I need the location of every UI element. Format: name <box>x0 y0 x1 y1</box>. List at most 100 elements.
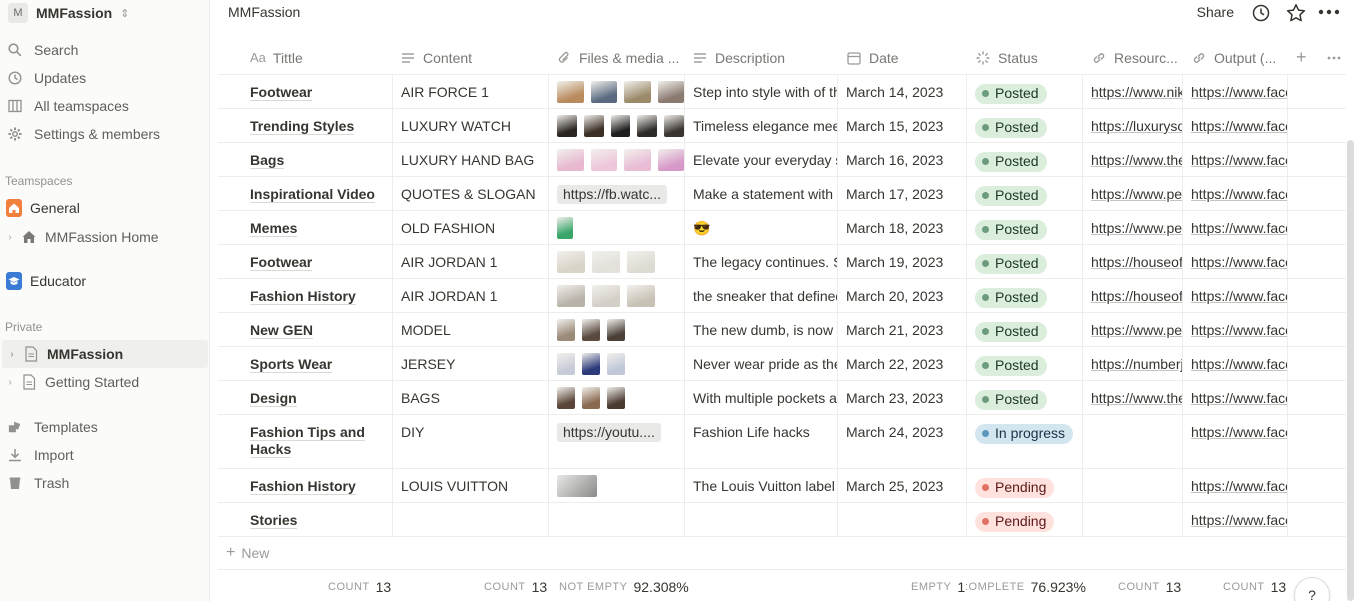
title-text[interactable]: Memes <box>250 220 298 237</box>
cell-content[interactable]: AIR JORDAN 1 <box>393 279 548 312</box>
cell-status[interactable]: Posted <box>967 75 1082 108</box>
status-badge[interactable]: Posted <box>975 151 1047 172</box>
cell-resource[interactable]: https://www.pexels.com <box>1083 211 1182 244</box>
calc-files-not-empty[interactable]: NOT EMPTY 92.308% <box>559 576 689 598</box>
workspace-switcher[interactable]: M MMFassion ⇕ <box>5 2 129 24</box>
image-thumbnail[interactable] <box>557 251 585 273</box>
cell-output[interactable]: https://www.facebook.com <box>1183 415 1287 468</box>
calc-resource-count[interactable]: COUNT 13 <box>1118 576 1181 598</box>
cell-desc[interactable]: The new dumb, is now the <box>685 313 837 346</box>
title-text[interactable]: Inspirational Video <box>250 186 375 203</box>
cell-date[interactable]: March 18, 2023 <box>838 211 966 244</box>
vertical-scrollbar[interactable] <box>1347 140 1354 601</box>
cell-content[interactable]: AIR FORCE 1 <box>393 75 548 108</box>
file-link-chip[interactable]: https://fb.watc... <box>557 185 668 204</box>
title-text[interactable]: Fashion History <box>250 288 356 305</box>
cell-resource[interactable]: https://luxurysource.com <box>1083 109 1182 142</box>
image-thumbnail[interactable] <box>557 387 575 409</box>
status-badge[interactable]: Posted <box>975 287 1047 308</box>
status-badge[interactable]: Posted <box>975 219 1047 240</box>
image-thumbnail[interactable] <box>627 285 655 307</box>
title-text[interactable]: Stories <box>250 512 298 529</box>
status-badge[interactable]: Posted <box>975 83 1047 104</box>
cell-title[interactable]: Footwear <box>242 75 392 108</box>
cell-resource[interactable] <box>1083 469 1182 502</box>
cell-content[interactable]: QUOTES & SLOGAN <box>393 177 548 210</box>
cell-resource[interactable]: https://houseofheat.co <box>1083 279 1182 312</box>
cell-desc[interactable] <box>685 503 837 536</box>
cell-files[interactable] <box>549 109 684 142</box>
table-row[interactable]: Footwear AIR FORCE 1 Step into style with … <box>218 75 1346 109</box>
image-thumbnail[interactable] <box>590 81 617 103</box>
image-thumbnail[interactable] <box>592 251 620 273</box>
sidebar-updates[interactable]: Updates <box>0 64 210 92</box>
cell-status[interactable]: Posted <box>967 143 1082 176</box>
cell-date[interactable]: March 14, 2023 <box>838 75 966 108</box>
table-row[interactable]: Fashion History LOUIS VUITTON The Louis Vu… <box>218 469 1346 503</box>
title-text[interactable]: Sports Wear <box>250 356 333 373</box>
title-text[interactable]: Footwear <box>250 84 313 101</box>
cell-desc[interactable]: 😎 <box>685 211 837 244</box>
image-thumbnail[interactable] <box>627 251 655 273</box>
cell-desc[interactable]: The Louis Vuitton label <box>685 469 837 502</box>
image-thumbnail[interactable] <box>557 115 577 137</box>
cell-files[interactable]: https://fb.watc... <box>549 177 684 210</box>
column-header-title[interactable]: Aa Tittle <box>250 40 392 75</box>
column-header-description[interactable]: Description <box>692 40 838 75</box>
calc-title-count[interactable]: COUNT 13 <box>328 576 391 598</box>
status-badge[interactable]: Posted <box>975 253 1047 274</box>
image-thumbnail[interactable] <box>607 319 625 341</box>
title-text[interactable]: Fashion Tips and Hacks <box>250 424 365 458</box>
status-badge[interactable]: Posted <box>975 355 1047 376</box>
sidebar-item-mmfassion[interactable]: › MMFassion <box>2 340 208 368</box>
cell-desc[interactable]: Make a statement with <box>685 177 837 210</box>
image-thumbnail[interactable] <box>607 353 625 375</box>
status-badge[interactable]: Posted <box>975 321 1047 342</box>
cell-content[interactable]: LOUIS VUITTON <box>393 469 548 502</box>
column-header-resource[interactable]: Resourc... <box>1091 40 1185 75</box>
column-header-status[interactable]: Status <box>975 40 1083 75</box>
cell-files[interactable] <box>549 381 684 414</box>
sidebar-item-educator[interactable]: Educator <box>0 267 210 295</box>
cell-title[interactable]: Memes <box>242 211 392 244</box>
table-row[interactable]: Memes OLD FASHION 😎 March 18, 2023 Posted htt… <box>218 211 1346 245</box>
sidebar-item-getting-started[interactable]: › Getting Started <box>0 368 210 396</box>
cell-title[interactable]: Bags <box>242 143 392 176</box>
cell-title[interactable]: Footwear <box>242 245 392 278</box>
history-icon[interactable] <box>1252 4 1270 22</box>
status-badge[interactable]: Pending <box>975 511 1055 532</box>
title-text[interactable]: New GEN <box>250 322 314 339</box>
image-thumbnail[interactable] <box>590 149 617 171</box>
cell-output[interactable]: https://www.facebook.com <box>1183 469 1287 502</box>
title-text[interactable]: Trending Styles <box>250 118 355 135</box>
title-text[interactable]: Design <box>250 390 297 407</box>
cell-resource[interactable]: https://www.thebag.com <box>1083 143 1182 176</box>
cell-title[interactable]: Fashion Tips and Hacks <box>242 415 392 468</box>
image-thumbnail[interactable] <box>557 285 585 307</box>
cell-resource[interactable]: https://www.pexels.com <box>1083 313 1182 346</box>
cell-output[interactable]: https://www.facebook.com <box>1183 211 1287 244</box>
cell-files[interactable] <box>549 279 684 312</box>
cell-desc[interactable]: Step into style with of the <box>685 75 837 108</box>
cell-status[interactable]: Pending <box>967 469 1082 502</box>
sidebar-item-general[interactable]: General <box>0 194 210 222</box>
cell-content[interactable]: MODEL <box>393 313 548 346</box>
image-thumbnail[interactable] <box>657 81 684 103</box>
cell-status[interactable]: In progress <box>967 415 1082 468</box>
cell-title[interactable]: Stories <box>242 503 392 536</box>
image-thumbnail[interactable] <box>582 353 600 375</box>
cell-date[interactable]: March 23, 2023 <box>838 381 966 414</box>
cell-resource[interactable] <box>1083 415 1182 468</box>
cell-desc[interactable]: Never wear pride as the <box>685 347 837 380</box>
calc-status-complete[interactable]: :OMPLETE 76.923% <box>965 576 1086 598</box>
sidebar-search[interactable]: Search <box>0 36 210 64</box>
cell-status[interactable]: Posted <box>967 245 1082 278</box>
cell-date[interactable]: March 16, 2023 <box>838 143 966 176</box>
cell-output[interactable]: https://www.facebook.com <box>1183 381 1287 414</box>
cell-desc[interactable]: Fashion Life hacks <box>685 415 837 468</box>
table-row[interactable]: Inspirational Video QUOTES & SLOGAN https:… <box>218 177 1346 211</box>
cell-title[interactable]: Sports Wear <box>242 347 392 380</box>
sidebar-item-mmfassion-home[interactable]: › MMFassion Home <box>0 223 210 251</box>
cell-date[interactable]: March 22, 2023 <box>838 347 966 380</box>
cell-status[interactable]: Posted <box>967 347 1082 380</box>
